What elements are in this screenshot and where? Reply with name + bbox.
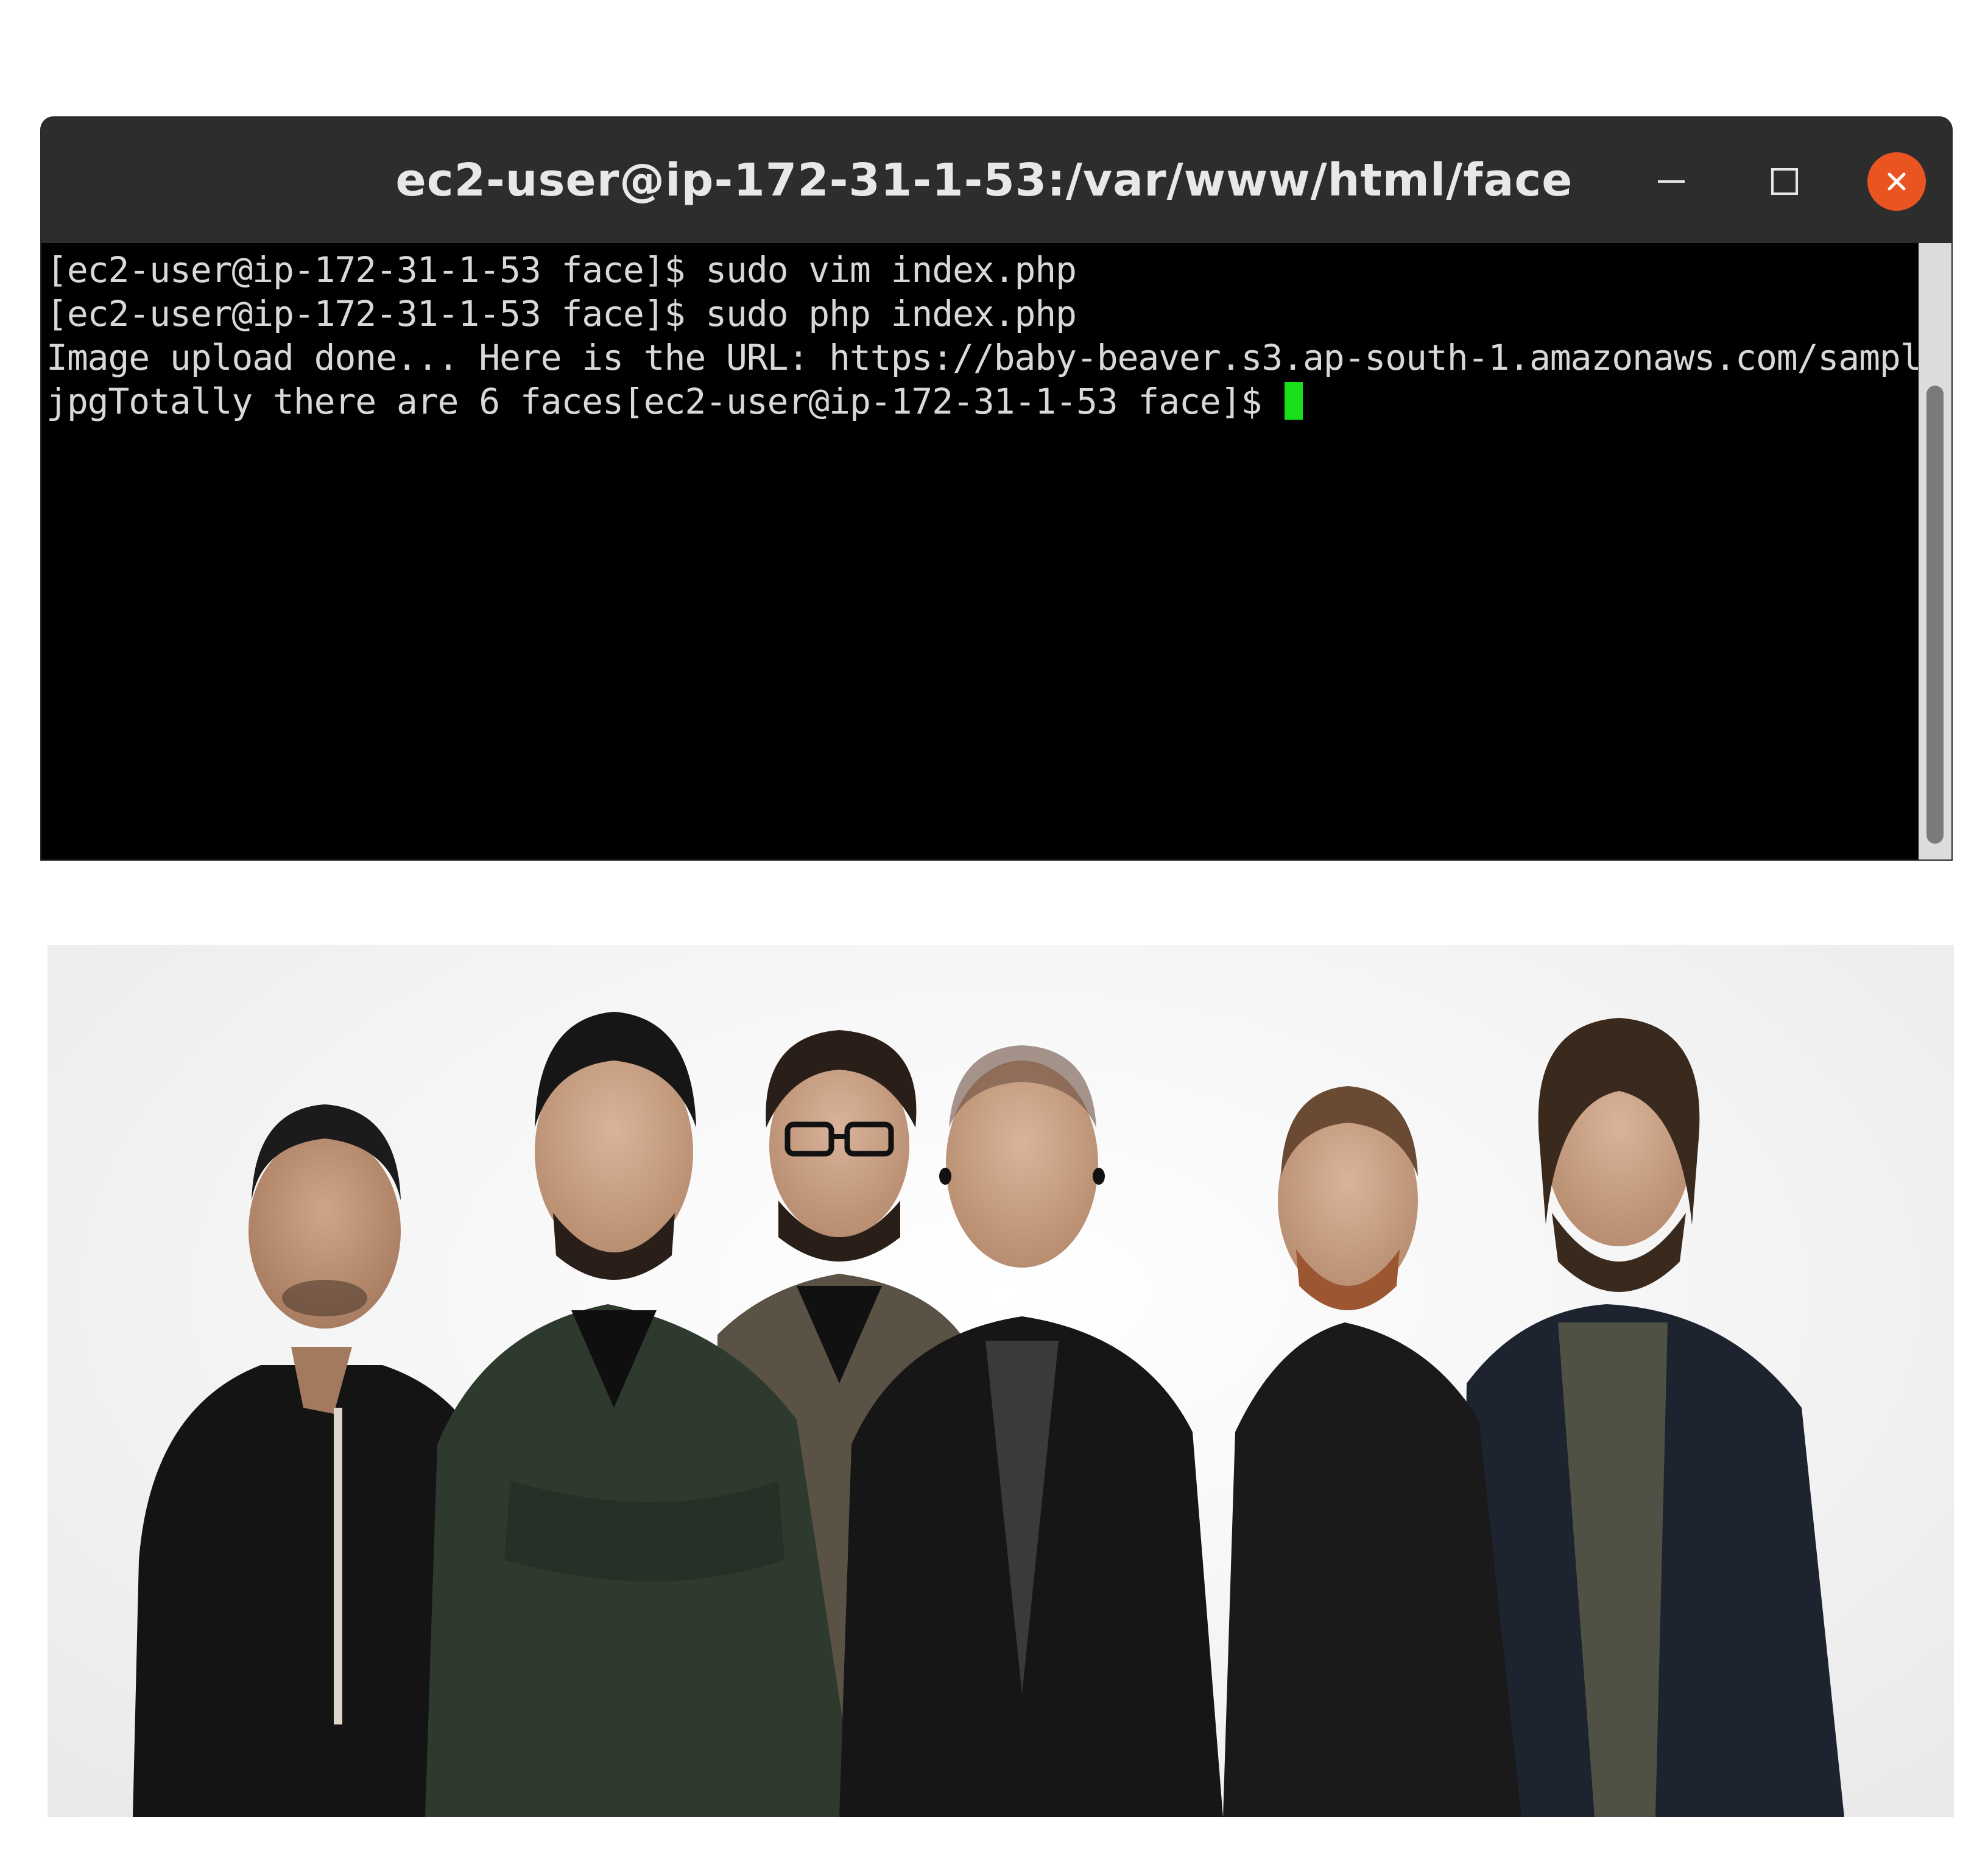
title-bar[interactable]: ec2-user@ip-172-31-1-53:/var/www/html/fa… xyxy=(41,118,1951,244)
close-icon xyxy=(1886,171,1908,192)
minimize-button[interactable] xyxy=(1642,152,1701,211)
minimize-icon xyxy=(1657,167,1686,196)
person-6 xyxy=(1461,1018,1844,1817)
terminal-output[interactable]: [ec2-user@ip-172-31-1-53 face]$ sudo vim… xyxy=(41,243,1951,859)
maximize-button[interactable] xyxy=(1755,152,1814,211)
terminal-window: ec2-user@ip-172-31-1-53:/var/www/html/fa… xyxy=(41,118,1951,859)
close-button[interactable] xyxy=(1867,152,1926,211)
terminal-prompt-line: jpgTotally there are 6 faces[ec2-user@ip… xyxy=(46,379,1919,423)
maximize-icon xyxy=(1771,168,1799,196)
group-photo-illustration xyxy=(133,1012,1844,1817)
terminal-cursor xyxy=(1285,382,1303,420)
terminal-line: Image upload done... Here is the URL: ht… xyxy=(46,337,1951,378)
group-photo xyxy=(48,945,1954,1817)
person-5 xyxy=(1223,1086,1521,1817)
terminal-line: [ec2-user@ip-172-31-1-53 face]$ sudo vim… xyxy=(46,249,1077,291)
scrollbar-thumb[interactable] xyxy=(1926,386,1944,844)
scrollbar-track[interactable] xyxy=(1919,243,1951,859)
terminal-line-text: jpgTotally there are 6 faces[ec2-user@ip… xyxy=(46,381,1283,422)
terminal-line: [ec2-user@ip-172-31-1-53 face]$ sudo php… xyxy=(46,293,1077,334)
